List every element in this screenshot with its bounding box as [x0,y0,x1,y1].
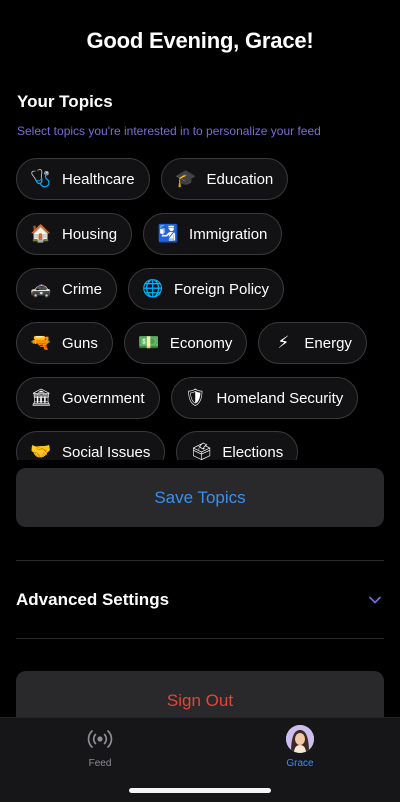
topic-label: Elections [222,443,284,461]
tab-feed[interactable]: Feed [60,724,140,769]
topic-chip-immigration[interactable]: 🛂 Immigration [143,213,283,255]
topic-chip-elections[interactable]: 🗳 Elections [176,431,299,461]
tab-feed-label: Feed [88,758,112,769]
divider [16,638,384,639]
topic-chip-healthcare[interactable]: 🩺 Healthcare [16,158,150,200]
tab-grace-label: Grace [286,758,314,769]
topic-label: Guns [62,334,98,352]
advanced-settings-row[interactable]: Advanced Settings [16,561,384,638]
tab-grace[interactable]: Grace [260,724,340,769]
topic-chip-economy[interactable]: 💵 Economy [123,322,248,364]
topic-chip-housing[interactable]: 🏠 Housing [16,213,133,255]
topics-title: Your Topics [17,92,113,111]
topic-chip-energy[interactable]: ⚡ Energy [258,322,367,364]
police-car-icon: 🚓 [30,279,52,298]
topic-label: Homeland Security [216,389,344,407]
topics-list: 🩺 Healthcare 🎓 Education 🏠 Housing 🛂 Imm… [0,148,400,460]
lightning-icon: ⚡ [277,333,290,352]
topic-chip-homeland-security[interactable]: 🛡 Homeland Security [170,377,359,419]
greeting-title: Good Evening, Grace! [86,28,314,53]
topic-chip-crime[interactable]: 🚓 Crime [16,268,117,310]
graduation-cap-icon: 🎓 [174,169,197,188]
avatar-icon [286,725,314,753]
topic-chip-education[interactable]: 🎓 Education [160,158,289,200]
topic-label: Housing [62,225,118,243]
topic-label: Foreign Policy [174,280,270,298]
shield-icon: 🛡 [184,388,207,407]
advanced-settings-label: Advanced Settings [16,589,170,609]
handshake-icon: 🤝 [30,442,52,460]
home-indicator [129,788,271,793]
water-pistol-icon: 🔫 [30,333,52,352]
topic-chip-government[interactable]: 🏛 Government [16,377,160,419]
topic-label: Energy [304,334,352,352]
topic-label: Immigration [189,225,268,243]
save-topics-button[interactable]: Save Topics [16,468,384,527]
topic-label: Economy [169,334,233,352]
ballot-box-icon: 🗳 [190,442,213,460]
topic-chip-guns[interactable]: 🔫 Guns [16,322,113,364]
passport-control-icon: 🛂 [157,224,179,243]
globe-icon: 🌐 [142,279,164,298]
stethoscope-icon: 🩺 [30,169,52,188]
topics-subtitle: Select topics you're interested in to pe… [17,124,321,138]
chevron-down-icon [369,596,381,603]
broadcast-icon [85,724,115,754]
topic-label: Crime [62,280,102,298]
house-icon: 🏠 [30,224,52,243]
topic-chip-foreign-policy[interactable]: 🌐 Foreign Policy [128,268,285,310]
dollar-banknote-icon: 💵 [138,333,160,352]
topic-label: Healthcare [62,170,135,188]
topic-label: Government [62,389,145,407]
classical-building-icon: 🏛 [30,388,52,407]
topic-chip-social-issues[interactable]: 🤝 Social Issues [16,431,166,461]
topic-label: Education [206,170,274,188]
topic-label: Social Issues [62,443,151,461]
